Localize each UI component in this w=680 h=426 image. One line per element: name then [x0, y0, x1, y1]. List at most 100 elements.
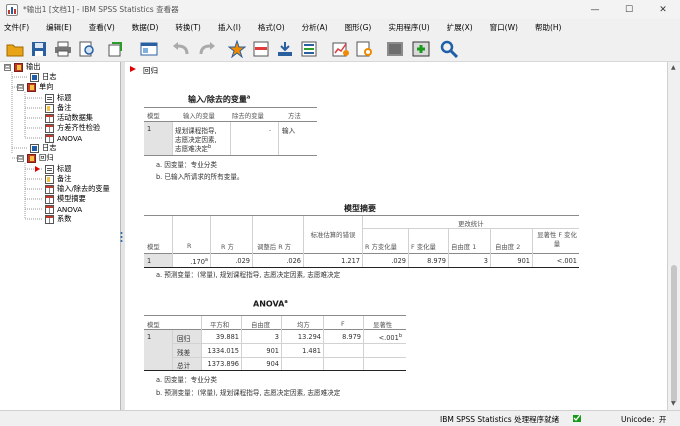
outline-item-entered-removed[interactable]: 输入/除去的变量: [45, 184, 110, 194]
status-bar: IBM SPSS Statistics 处理程序就绪 Unicode：开: [0, 410, 680, 426]
cell-model[interactable]: 1: [147, 333, 151, 341]
collapse-toggle[interactable]: ⊟: [17, 83, 24, 91]
print-preview-icon[interactable]: [76, 38, 98, 60]
cell-sig-f-change[interactable]: <.001: [533, 257, 577, 265]
outline-item-homogeneity[interactable]: 方差齐性检验: [45, 123, 100, 133]
redo-icon[interactable]: [196, 38, 218, 60]
cell-ms-residual[interactable]: 1.481: [282, 347, 321, 355]
goto-data-icon[interactable]: [226, 38, 248, 60]
open-folder-icon[interactable]: [4, 38, 26, 60]
designate-window-icon[interactable]: [330, 38, 352, 60]
scroll-up-icon[interactable]: ▲: [671, 64, 676, 71]
menu-help[interactable]: 帮助(H): [535, 22, 562, 33]
outline-item-regression[interactable]: ⊟ 回归: [17, 153, 53, 163]
pivot-icon[interactable]: [354, 38, 376, 60]
vertical-scrollbar[interactable]: ▲ ▼: [667, 62, 680, 410]
col-header-f: F: [341, 320, 345, 328]
menu-transform[interactable]: 转换(T): [175, 22, 200, 33]
menu-data[interactable]: 数据(D): [132, 22, 159, 33]
cell-r2-change[interactable]: .029: [363, 257, 406, 265]
outline-item-coefficients[interactable]: 系数: [45, 214, 71, 224]
collapse-toggle[interactable]: ⊟: [4, 63, 11, 71]
anova-title[interactable]: ANOVAa: [253, 299, 288, 309]
maximize-button[interactable]: ☐: [612, 0, 646, 19]
cell-model[interactable]: 1: [147, 125, 151, 133]
goto-case-icon[interactable]: [250, 38, 272, 60]
menu-edit[interactable]: 编辑(E): [46, 22, 72, 33]
cell-entered-3[interactable]: 志愿难决定b: [175, 143, 211, 153]
scrollbar-thumb[interactable]: [671, 265, 677, 403]
menu-window[interactable]: 窗口(W): [490, 22, 518, 33]
menu-view[interactable]: 查看(V): [89, 22, 115, 33]
minimize-button[interactable]: —: [578, 0, 612, 19]
outline-item-notes-2[interactable]: 备注: [45, 174, 71, 184]
cell-removed[interactable]: .: [269, 125, 271, 133]
outline-item-active-dataset[interactable]: 活动数据集: [45, 113, 93, 123]
select-last-output-icon[interactable]: [298, 38, 320, 60]
model-summary-title[interactable]: 模型摘要: [344, 203, 376, 214]
row-label-residual[interactable]: 残差: [177, 347, 190, 357]
recall-dialog-icon[interactable]: [138, 38, 160, 60]
cell-ms-regression[interactable]: 13.294: [282, 333, 321, 341]
cell-df1[interactable]: 3: [449, 257, 488, 265]
menu-utilities[interactable]: 实用程序(U): [388, 22, 429, 33]
row-divider: [172, 357, 406, 358]
outline-item-log-2[interactable]: 日志: [30, 143, 56, 153]
export-icon[interactable]: [104, 38, 126, 60]
col-header-model: 模型: [147, 321, 160, 329]
outline-item-anova[interactable]: ANOVA: [45, 204, 82, 214]
cell-df-total[interactable]: 904: [242, 360, 279, 368]
menu-format[interactable]: 格式(O): [258, 22, 285, 33]
footnote-a: a. 因变量：专业分类: [156, 161, 217, 169]
cell-r-square[interactable]: .029: [211, 257, 250, 265]
outline-item-anova-oneway[interactable]: ANOVA: [45, 133, 82, 143]
cell-sig-regression[interactable]: <.001b: [364, 333, 402, 342]
cell-model[interactable]: 1: [147, 257, 151, 265]
cell-f-change[interactable]: 8.979: [409, 257, 446, 265]
cell-df-regression[interactable]: 3: [242, 333, 279, 341]
col-header-removed: 除去的变量: [232, 112, 264, 120]
outline-item-title-2[interactable]: 标题: [45, 164, 71, 174]
print-icon[interactable]: [52, 38, 74, 60]
find-icon[interactable]: [438, 38, 460, 60]
cell-method[interactable]: 输入: [282, 125, 295, 135]
entered-removed-title[interactable]: 输入/除去的变量a: [188, 94, 250, 105]
menu-extensions[interactable]: 扩展(X): [447, 22, 473, 33]
cell-ss-residual[interactable]: 1334.015: [202, 347, 239, 355]
row-label-regression[interactable]: 回归: [177, 333, 190, 343]
promote-icon[interactable]: [384, 38, 406, 60]
menu-insert[interactable]: 插入(I): [218, 22, 241, 33]
splitter-grip-icon[interactable]: [120, 232, 123, 242]
cell-df-residual[interactable]: 901: [242, 347, 279, 355]
table-top-rule: [144, 107, 317, 108]
cell-df2[interactable]: 901: [491, 257, 530, 265]
row-label-total[interactable]: 总计: [177, 360, 190, 370]
outline-item-output[interactable]: ⊟ 输出: [4, 62, 40, 72]
cell-r[interactable]: .170a: [173, 257, 208, 266]
menu-file[interactable]: 文件(F): [4, 22, 29, 33]
cell-ss-total[interactable]: 1373.896: [202, 360, 239, 368]
variables-icon[interactable]: [274, 38, 296, 60]
menu-analyze[interactable]: 分析(A): [302, 22, 328, 33]
menu-graphs[interactable]: 图形(G): [345, 22, 372, 33]
scroll-down-icon[interactable]: ▼: [671, 400, 676, 407]
table-bottom-rule: [144, 267, 579, 268]
insert-heading-icon[interactable]: [410, 38, 432, 60]
close-button[interactable]: ✕: [646, 0, 680, 19]
outline-item-log[interactable]: 日志: [30, 72, 56, 82]
col-header-df2: 自由度 2: [495, 243, 521, 251]
cell-std-error[interactable]: 1.217: [304, 257, 360, 265]
outline-item-notes[interactable]: 备注: [45, 103, 71, 113]
outline-item-oneway[interactable]: ⊟ 单向: [17, 82, 53, 92]
undo-icon[interactable]: [170, 38, 192, 60]
cell-f-regression[interactable]: 8.979: [324, 333, 361, 341]
outline-item-title[interactable]: 标题: [45, 93, 71, 103]
cell-adj-r-square[interactable]: .026: [253, 257, 301, 265]
outline-item-model-summary[interactable]: 模型摘要: [45, 194, 86, 204]
save-icon[interactable]: [28, 38, 50, 60]
cell-ss-regression[interactable]: 39.881: [202, 333, 239, 341]
group-header-rule: [362, 228, 579, 229]
outline-label: 标题: [57, 93, 72, 102]
col-header-sig: 显著性: [373, 321, 393, 329]
collapse-toggle[interactable]: ⊟: [17, 154, 24, 162]
